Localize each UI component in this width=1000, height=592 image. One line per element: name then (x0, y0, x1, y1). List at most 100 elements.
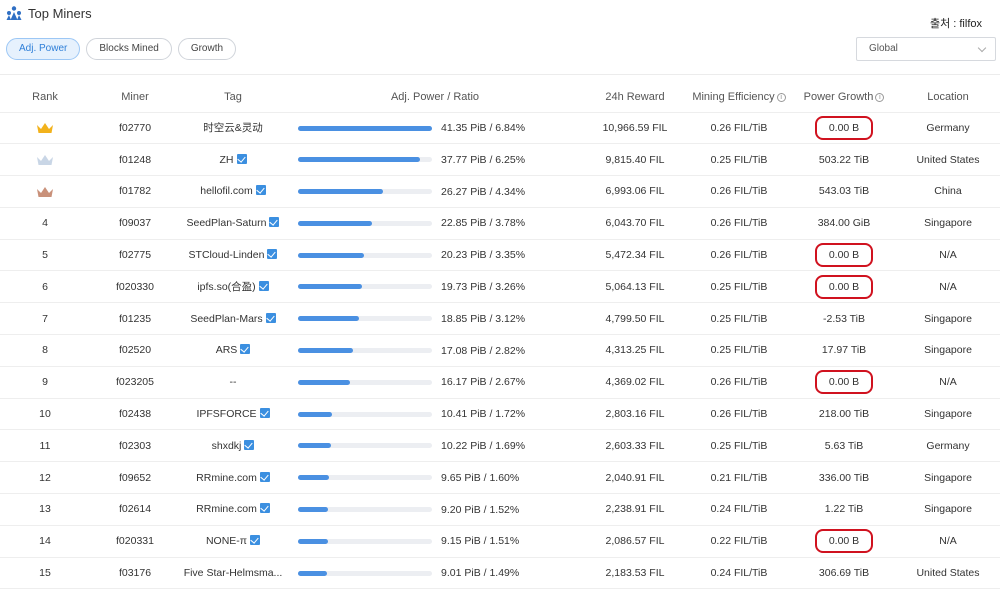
table-row[interactable]: 9 f023205 -- 16.17 PiB / 2.67% 4,369.02 FIL 0… (0, 366, 1000, 399)
location-value: United States (896, 557, 1000, 590)
verified-icon (267, 249, 278, 260)
miner-id[interactable]: f03176 (90, 557, 180, 590)
growth-value: 503.22 TiB (818, 153, 870, 166)
miner-tag: SeedPlan-Saturn (186, 217, 267, 230)
column-header-location[interactable]: Location (896, 82, 1000, 112)
miner-tag: IPFSFORCE (196, 408, 257, 421)
table-row[interactable]: 14 f020331 NONE-π 9.15 PiB / 1.51% 2,086.57 … (0, 525, 1000, 558)
table-row[interactable]: 4 f09037 SeedPlan-Saturn 22.85 PiB / 3.78% 6… (0, 207, 1000, 240)
efficiency-value: 0.22 FIL/TiB (686, 525, 792, 558)
table-row[interactable]: f02770 时空云&灵动 41.35 PiB / 6.84% 10,966.59 F… (0, 111, 1000, 145)
efficiency-value: 0.26 FIL/TiB (686, 175, 792, 208)
efficiency-value: 0.24 FIL/TiB (686, 557, 792, 590)
growth-value: 218.00 TiB (818, 408, 870, 421)
efficiency-value: 0.21 FIL/TiB (686, 461, 792, 495)
location-value: Singapore (896, 461, 1000, 495)
table-row[interactable]: 15 f03176 Five Star-Helmsma... 9.01 PiB / 1… (0, 557, 1000, 590)
miner-id[interactable]: f01235 (90, 302, 180, 336)
power-cell: 18.85 PiB / 3.12% (286, 302, 584, 336)
miner-id[interactable]: f01248 (90, 143, 180, 177)
table-header-row: Rank Miner Tag Adj. Power / Ratio 24h Re… (0, 82, 1000, 112)
miner-id[interactable]: f020331 (90, 525, 180, 558)
reward-value: 2,238.91 FIL (584, 493, 686, 526)
power-bar-fill (298, 252, 364, 258)
highlighted-growth-value: 0.00 B (814, 274, 874, 299)
miner-id[interactable]: f020330 (90, 270, 180, 304)
verified-icon (244, 439, 255, 450)
miner-id[interactable]: f02775 (90, 239, 180, 272)
power-bar-fill (298, 443, 332, 449)
miner-id[interactable]: f02520 (90, 334, 180, 367)
power-bar-fill (298, 538, 328, 544)
power-ratio: 9.20 PiB / 1.52% (441, 503, 520, 516)
highlighted-growth-value: 0.00 B (814, 115, 874, 140)
growth-cell: 0.00 B (792, 525, 896, 558)
region-select[interactable]: Global (856, 37, 996, 61)
power-ratio: 20.23 PiB / 3.35% (441, 249, 526, 262)
growth-cell: 5.63 TiB (792, 429, 896, 463)
power-ratio: 37.77 PiB / 6.25% (441, 153, 526, 166)
miner-tag: NONE-π (205, 535, 248, 548)
miners-icon (6, 6, 22, 20)
tag-cell: hellofil.com (180, 175, 286, 208)
verified-icon (259, 471, 270, 482)
power-bar-fill (298, 220, 373, 226)
rank-value: 9 (42, 376, 48, 389)
table-row[interactable]: 8 f02520 ARS 17.08 PiB / 2.82% 4,313.25 FIL 0… (0, 334, 1000, 367)
miner-id[interactable]: f02770 (90, 111, 180, 145)
miner-id[interactable]: f02438 (90, 398, 180, 431)
tab-adj-power[interactable]: Adj. Power (6, 38, 81, 60)
location-value: Singapore (896, 302, 1000, 336)
reward-value: 4,369.02 FIL (584, 366, 686, 399)
miner-tag: -- (229, 376, 237, 389)
tag-cell: SeedPlan-Mars (180, 302, 286, 336)
miner-id[interactable]: f02614 (90, 493, 180, 526)
verified-icon (265, 312, 276, 323)
table-row[interactable]: f01248 ZH 37.77 PiB / 6.25% 9,815.40 FIL 0.2… (0, 143, 1000, 177)
power-ratio: 26.27 PiB / 4.34% (441, 185, 526, 198)
table-body: f02770 时空云&灵动 41.35 PiB / 6.84% 10,966.59 F… (0, 111, 1000, 590)
table-row[interactable]: 5 f02775 STCloud-Linden 20.23 PiB / 3.35% 5,… (0, 239, 1000, 272)
tab-blocks-mined[interactable]: Blocks Mined (86, 38, 172, 60)
column-header-rank[interactable]: Rank (0, 82, 90, 112)
column-header-growth[interactable]: Power Growth i (792, 82, 896, 112)
rank-cell: 9 (0, 366, 90, 399)
rank-value: 5 (42, 249, 48, 262)
column-header-reward[interactable]: 24h Reward (584, 82, 686, 112)
column-header-miner[interactable]: Miner (90, 82, 180, 112)
miner-id[interactable]: f09652 (90, 461, 180, 495)
efficiency-value: 0.25 FIL/TiB (686, 302, 792, 336)
highlighted-growth-value: 0.00 B (814, 529, 874, 554)
miner-tag: ARS (215, 344, 238, 357)
growth-value: 17.97 TiB (821, 344, 867, 357)
efficiency-value: 0.26 FIL/TiB (686, 366, 792, 399)
table-row[interactable]: 7 f01235 SeedPlan-Mars 18.85 PiB / 3.12% 4,7… (0, 302, 1000, 336)
table-row[interactable]: 10 f02438 IPFSFORCE 10.41 PiB / 1.72% 2,803.… (0, 398, 1000, 431)
power-cell: 19.73 PiB / 3.26% (286, 270, 584, 304)
miner-id[interactable]: f09037 (90, 207, 180, 240)
growth-value: 306.69 TiB (818, 567, 870, 580)
bronze-crown-icon (36, 185, 54, 197)
miner-id[interactable]: f01782 (90, 175, 180, 208)
table-row[interactable]: 13 f02614 RRmine.com 9.20 PiB / 1.52% 2,238.… (0, 493, 1000, 526)
info-icon[interactable]: i (875, 92, 885, 102)
table-row[interactable]: f01782 hellofil.com 26.27 PiB / 4.34% 6,993… (0, 175, 1000, 208)
miner-id[interactable]: f02303 (90, 429, 180, 463)
tab-growth[interactable]: Growth (177, 38, 237, 60)
column-header-power[interactable]: Adj. Power / Ratio (286, 82, 584, 112)
miner-tag: hellofil.com (200, 185, 253, 198)
column-header-efficiency[interactable]: Mining Efficiency i (686, 82, 792, 112)
info-icon[interactable]: i (776, 92, 786, 102)
table-row[interactable]: 6 f020330 ipfs.so(合盈) 19.73 PiB / 3.26% 5,06… (0, 270, 1000, 304)
table-row[interactable]: 12 f09652 RRmine.com 9.65 PiB / 1.60% 2,040.… (0, 461, 1000, 495)
location-value: N/A (896, 525, 1000, 558)
miner-id[interactable]: f023205 (90, 366, 180, 399)
miner-tag: shxdkj (211, 439, 242, 452)
power-bar (298, 570, 432, 576)
tag-cell: STCloud-Linden (180, 239, 286, 272)
column-header-tag[interactable]: Tag (180, 82, 286, 112)
table-row[interactable]: 11 f02303 shxdkj 10.22 PiB / 1.69% 2,603.33 … (0, 429, 1000, 463)
rank-cell: 11 (0, 429, 90, 463)
miner-tag: ipfs.so(合盈) (197, 281, 256, 294)
growth-cell: 17.97 TiB (792, 334, 896, 367)
